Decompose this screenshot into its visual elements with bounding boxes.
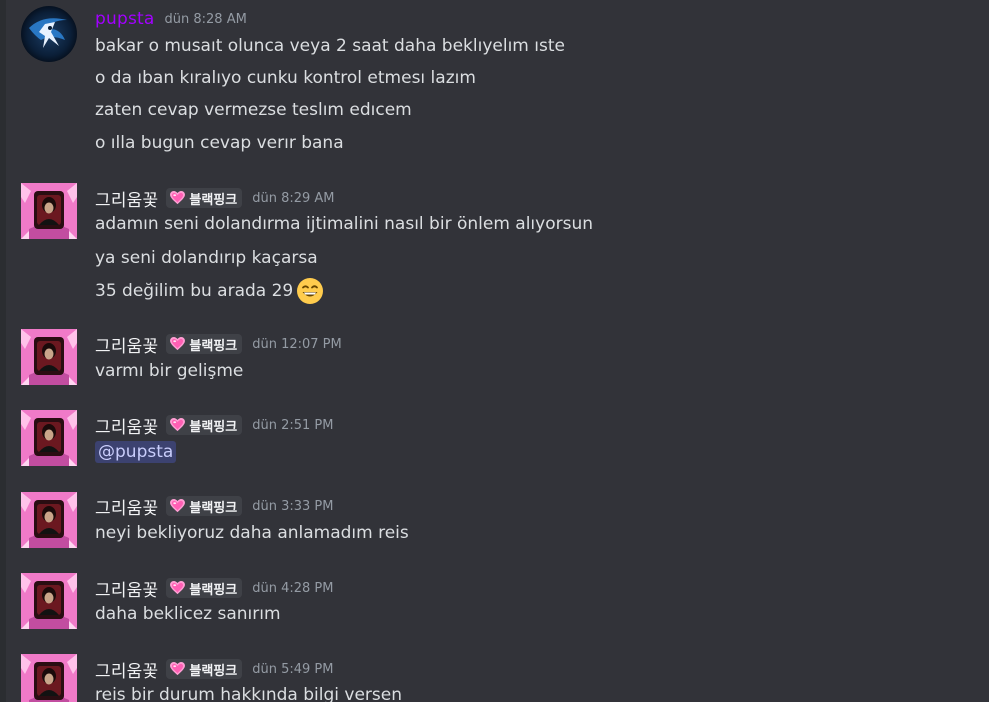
username[interactable]: 그리움꽃: [95, 657, 158, 682]
message-line: zaten cevap vermezse teslım edıcem: [95, 100, 412, 120]
username[interactable]: 그리움꽃: [95, 186, 158, 211]
avatar[interactable]: [21, 573, 77, 629]
chat-messages: pupsta dün 8:28 AM bakar o musaıt olunca…: [0, 0, 989, 702]
timestamp[interactable]: dün 3:33 PM: [252, 499, 333, 514]
message-line: adamın seni dolandırma ijtimalini nasıl …: [95, 214, 594, 234]
grinning-face-emoji-icon: [297, 278, 324, 304]
badge-label: 블랙핑크: [189, 500, 238, 516]
pink-heart-icon: [170, 418, 185, 432]
portrait-avatar-icon: [21, 329, 77, 385]
message-header: 그리움꽃 블랙핑크 dün 8:29 AM: [95, 186, 335, 211]
badge-label: 블랙핑크: [189, 663, 238, 679]
portrait-avatar-icon: [21, 492, 77, 548]
message-line: reis bir durum hakkında bilgi versen: [95, 685, 403, 702]
timestamp[interactable]: dün 8:29 AM: [252, 191, 334, 206]
avatar[interactable]: [21, 329, 77, 385]
user-mention[interactable]: @pupsta: [95, 441, 177, 463]
role-badge[interactable]: 블랙핑크: [166, 578, 243, 598]
message-header: 그리움꽃 블랙핑크 dün 3:33 PM: [95, 494, 333, 519]
message-header: pupsta dün 8:28 AM: [95, 7, 247, 31]
message-header: 그리움꽃 블랙핑크 dün 5:49 PM: [95, 657, 333, 682]
timestamp[interactable]: dün 5:49 PM: [252, 662, 333, 677]
avatar[interactable]: [21, 410, 77, 466]
role-badge[interactable]: 블랙핑크: [166, 496, 243, 516]
message-line: @pupsta: [95, 440, 177, 464]
role-badge[interactable]: 블랙핑크: [166, 415, 243, 435]
role-badge[interactable]: 블랙핑크: [166, 188, 243, 208]
portrait-avatar-icon: [21, 654, 77, 702]
pink-heart-icon: [170, 581, 185, 595]
portrait-avatar-icon: [21, 410, 77, 466]
avatar[interactable]: [21, 654, 77, 702]
username[interactable]: 그리움꽃: [95, 494, 158, 519]
avatar[interactable]: [21, 6, 77, 62]
username[interactable]: 그리움꽃: [95, 332, 158, 357]
message-line: daha beklicez sanırım: [95, 604, 281, 624]
left-divider: [0, 0, 6, 702]
timestamp[interactable]: dün 8:28 AM: [165, 12, 247, 27]
message-line: ya seni dolandırıp kaçarsa: [95, 248, 318, 268]
badge-label: 블랙핑크: [189, 192, 238, 208]
portrait-avatar-icon: [21, 183, 77, 239]
message-line: varmı bir gelişme: [95, 361, 244, 381]
timestamp[interactable]: dün 12:07 PM: [252, 337, 342, 352]
avatar[interactable]: [21, 183, 77, 239]
role-badge[interactable]: 블랙핑크: [166, 659, 243, 679]
username[interactable]: pupsta: [95, 9, 155, 29]
message-line: 35 değilim bu arada 29: [95, 277, 324, 305]
username[interactable]: 그리움꽃: [95, 576, 158, 601]
badge-label: 블랙핑크: [189, 582, 238, 598]
pink-heart-icon: [170, 337, 185, 351]
role-badge[interactable]: 블랙핑크: [166, 334, 243, 354]
username[interactable]: 그리움꽃: [95, 413, 158, 438]
message-line: o ılla bugun cevap verır bana: [95, 133, 344, 153]
timestamp[interactable]: dün 2:51 PM: [252, 418, 333, 433]
message-header: 그리움꽃 블랙핑크 dün 12:07 PM: [95, 332, 342, 357]
pink-heart-icon: [170, 662, 185, 676]
pink-heart-icon: [170, 191, 185, 205]
message-line: bakar o musaıt olunca veya 2 saat daha b…: [95, 36, 565, 56]
pink-heart-icon: [170, 499, 185, 513]
message-header: 그리움꽃 블랙핑크 dün 4:28 PM: [95, 576, 333, 601]
timestamp[interactable]: dün 4:28 PM: [252, 581, 333, 596]
portrait-avatar-icon: [21, 573, 77, 629]
message-line: neyi bekliyoruz daha anlamadım reis: [95, 523, 409, 543]
badge-label: 블랙핑크: [189, 419, 238, 435]
avatar[interactable]: [21, 492, 77, 548]
message-line: o da ıban kıralıyo cunku kontrol etmesı …: [95, 68, 476, 88]
badge-label: 블랙핑크: [189, 338, 238, 354]
pupsta-avatar-icon: [21, 6, 77, 62]
message-header: 그리움꽃 블랙핑크 dün 2:51 PM: [95, 413, 333, 438]
message-text: 35 değilim bu arada 29: [95, 281, 294, 301]
